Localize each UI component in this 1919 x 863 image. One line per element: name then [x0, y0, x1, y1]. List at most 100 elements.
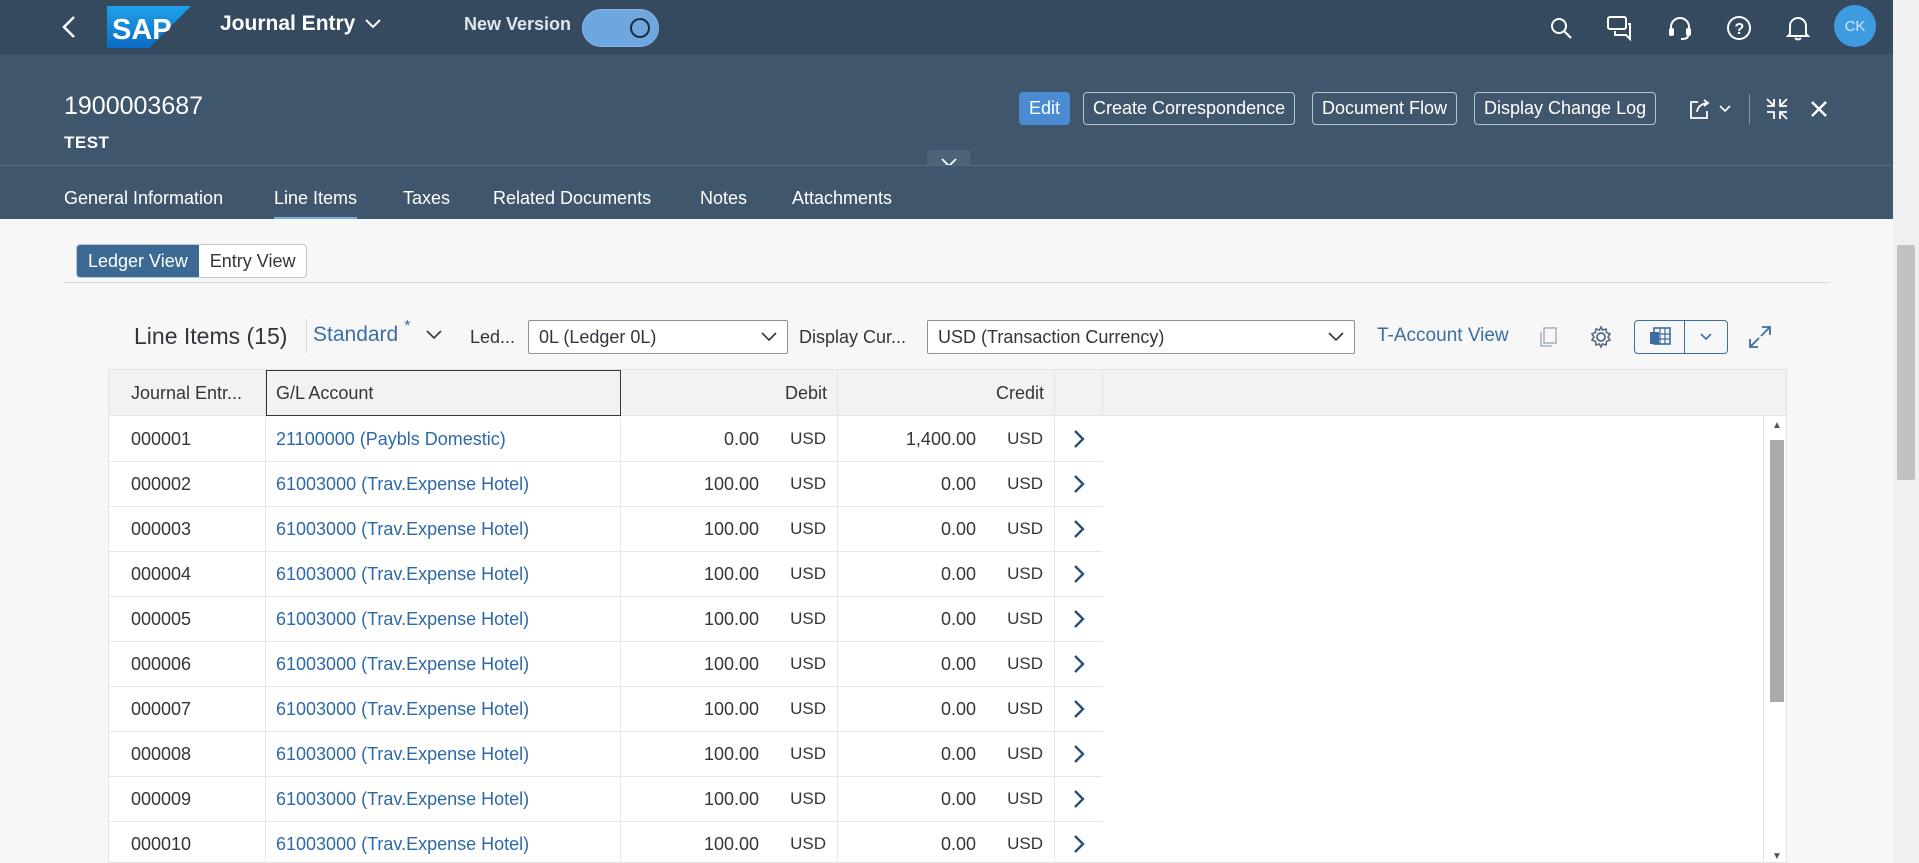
row-navigation-button[interactable] — [1055, 462, 1103, 506]
tab-general-information[interactable]: General Information — [64, 188, 223, 209]
table-row[interactable]: 000002 61003000 (Trav.Expense Hotel) 100.0… — [109, 462, 1103, 507]
table-vertical-scrollbar[interactable]: ▲ ▼ — [1763, 416, 1786, 862]
search-button[interactable] — [1545, 12, 1577, 44]
gl-account-link[interactable]: 61003000 (Trav.Expense Hotel) — [266, 597, 621, 641]
gl-account-link[interactable]: 61003000 (Trav.Expense Hotel) — [266, 552, 621, 596]
section-divider — [64, 282, 1830, 283]
display-currency-select[interactable]: USD (Transaction Currency) — [927, 320, 1355, 354]
ledger-select[interactable]: 0L (Ledger 0L) — [528, 320, 788, 354]
chevron-down-icon — [761, 332, 777, 342]
feedback-button[interactable] — [1604, 12, 1636, 44]
table-row[interactable]: 000005 61003000 (Trav.Expense Hotel) 100.0… — [109, 597, 1103, 642]
credit-currency: USD — [1007, 699, 1043, 718]
debit-currency: USD — [790, 429, 826, 448]
ledger-view-button[interactable]: Ledger View — [77, 245, 199, 277]
document-flow-button[interactable]: Document Flow — [1312, 92, 1458, 125]
tab-line-items[interactable]: Line Items — [274, 188, 358, 220]
debit-currency: USD — [790, 654, 826, 673]
row-navigation-button[interactable] — [1055, 597, 1103, 641]
fullscreen-button[interactable] — [1744, 321, 1776, 353]
gl-account-link[interactable]: 61003000 (Trav.Expense Hotel) — [266, 732, 621, 776]
toggle-knob — [630, 18, 650, 38]
scroll-up-icon[interactable]: ▲ — [1772, 420, 1782, 431]
help-button[interactable]: ? — [1723, 12, 1755, 44]
credit-currency: USD — [1007, 654, 1043, 673]
tab-related-documents[interactable]: Related Documents — [493, 188, 651, 209]
copy-button[interactable] — [1532, 321, 1564, 353]
user-avatar[interactable]: CK — [1834, 5, 1876, 47]
table-row[interactable]: 000009 61003000 (Trav.Expense Hotel) 100.0… — [109, 777, 1103, 822]
gl-account-link[interactable]: 61003000 (Trav.Expense Hotel) — [266, 642, 621, 686]
column-gl-account[interactable]: G/L Account — [266, 370, 621, 416]
column-credit[interactable]: Credit — [838, 370, 1055, 416]
tab-attachments[interactable]: Attachments — [792, 188, 892, 209]
row-navigation-button[interactable] — [1055, 507, 1103, 551]
back-button[interactable] — [54, 12, 84, 42]
export-menu-button[interactable] — [1634, 320, 1728, 354]
variant-name: Standard — [313, 323, 399, 346]
support-button[interactable] — [1664, 12, 1696, 44]
tab-taxes[interactable]: Taxes — [403, 188, 450, 209]
journal-entry-item-cell: 000006 — [109, 642, 266, 686]
display-change-log-button[interactable]: Display Change Log — [1474, 92, 1657, 125]
credit-cell: 0.00 USD — [838, 777, 1055, 821]
row-navigation-button[interactable] — [1055, 552, 1103, 596]
debit-currency: USD — [790, 564, 826, 583]
share-menu-button[interactable] — [1682, 92, 1738, 125]
table-row[interactable]: 000004 61003000 (Trav.Expense Hotel) 100.0… — [109, 552, 1103, 597]
credit-cell: 1,400.00 USD — [838, 417, 1055, 461]
notifications-button[interactable] — [1782, 12, 1814, 44]
row-navigation-button[interactable] — [1055, 732, 1103, 776]
journal-entry-item-cell: 000001 — [109, 417, 266, 461]
table-row[interactable]: 000001 21100000 (Paybls Domestic) 0.00 USD 1… — [109, 417, 1103, 462]
debit-amount: 100.00 — [703, 789, 759, 809]
table-row[interactable]: 000007 61003000 (Trav.Expense Hotel) 100.0… — [109, 687, 1103, 732]
gl-account-link[interactable]: 61003000 (Trav.Expense Hotel) — [266, 822, 621, 862]
gl-account-link[interactable]: 61003000 (Trav.Expense Hotel) — [266, 777, 621, 821]
table-row[interactable]: 000006 61003000 (Trav.Expense Hotel) 100.0… — [109, 642, 1103, 687]
debit-cell: 100.00 USD — [621, 732, 838, 776]
create-correspondence-button[interactable]: Create Correspondence — [1083, 92, 1296, 125]
table-row[interactable]: 000010 61003000 (Trav.Expense Hotel) 100.0… — [109, 822, 1103, 862]
export-dropdown-button[interactable] — [1685, 321, 1727, 353]
new-version-toggle[interactable] — [582, 9, 659, 47]
table-settings-button[interactable] — [1585, 321, 1617, 353]
row-navigation-button[interactable] — [1055, 777, 1103, 821]
scrollbar-thumb[interactable] — [1770, 440, 1784, 702]
app-title-menu[interactable]: Journal Entry — [220, 12, 382, 36]
page-scrollbar-thumb[interactable] — [1897, 245, 1915, 480]
page-vertical-scrollbar[interactable] — [1893, 0, 1919, 863]
tab-notes[interactable]: Notes — [700, 188, 747, 209]
column-debit[interactable]: Debit — [621, 370, 838, 416]
scroll-down-icon[interactable]: ▼ — [1772, 851, 1782, 862]
journal-entry-item-cell: 000008 — [109, 732, 266, 776]
row-navigation-button[interactable] — [1055, 687, 1103, 731]
debit-amount: 100.00 — [703, 609, 759, 629]
column-journal-entry-item[interactable]: Journal Entr... — [109, 370, 266, 416]
row-navigation-button[interactable] — [1055, 417, 1103, 461]
navigation-arrow-icon — [1074, 565, 1085, 583]
credit-amount: 0.00 — [940, 654, 976, 674]
credit-amount: 0.00 — [940, 699, 976, 719]
gl-account-link[interactable]: 21100000 (Paybls Domestic) — [266, 417, 621, 461]
export-button[interactable] — [1635, 321, 1685, 353]
entry-view-button[interactable]: Entry View — [199, 245, 307, 277]
debit-amount: 100.00 — [703, 519, 759, 539]
t-account-view-link[interactable]: T-Account View — [1377, 325, 1509, 347]
gl-account-link[interactable]: 61003000 (Trav.Expense Hotel) — [266, 462, 621, 506]
app-title: Journal Entry — [220, 12, 356, 35]
row-navigation-button[interactable] — [1055, 822, 1103, 862]
debit-cell: 100.00 USD — [621, 507, 838, 551]
variant-management[interactable]: Standard * — [313, 318, 443, 347]
tab-bar: General Information Line Items Taxes Rel… — [0, 165, 1893, 220]
feedback-icon — [1607, 16, 1631, 41]
row-navigation-button[interactable] — [1055, 642, 1103, 686]
edit-button[interactable]: Edit — [1019, 92, 1071, 125]
table-row[interactable]: 000003 61003000 (Trav.Expense Hotel) 100.0… — [109, 507, 1103, 552]
close-button[interactable] — [1804, 92, 1834, 125]
gl-account-link[interactable]: 61003000 (Trav.Expense Hotel) — [266, 687, 621, 731]
gl-account-link[interactable]: 61003000 (Trav.Expense Hotel) — [266, 507, 621, 551]
exit-fullscreen-button[interactable] — [1762, 92, 1792, 125]
table-row[interactable]: 000008 61003000 (Trav.Expense Hotel) 100.0… — [109, 732, 1103, 777]
sap-logo[interactable]: SAP — [107, 6, 191, 48]
